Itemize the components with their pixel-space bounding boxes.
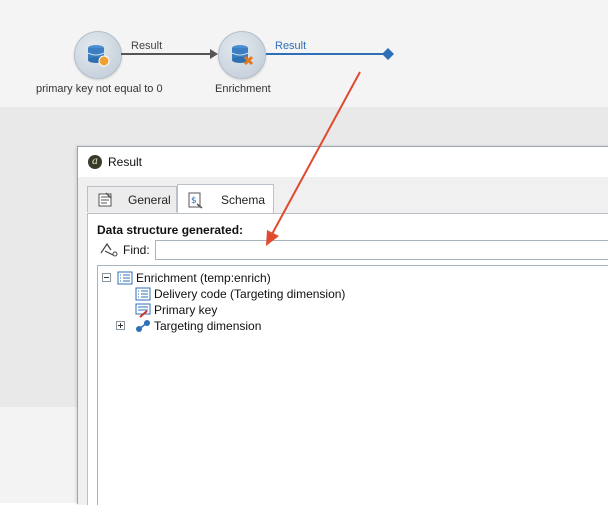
tab-schema[interactable]: $ Schema <box>177 184 274 214</box>
key-field-icon <box>135 303 151 318</box>
node-label-split: primary key not equal to 0 <box>36 83 163 95</box>
find-label: Find: <box>123 243 150 257</box>
find-icon <box>100 242 118 257</box>
result-dialog: a Result General $ Schema Data structure… <box>77 146 608 505</box>
schema-panel: Data structure generated: Find: Enrichme… <box>87 213 608 505</box>
list-node-icon <box>117 271 133 285</box>
tab-general-label: General <box>128 193 171 207</box>
database-icon <box>87 45 110 67</box>
expand-icon[interactable] <box>116 321 125 330</box>
workflow-node-split[interactable] <box>74 31 122 79</box>
list-node-icon <box>135 287 151 301</box>
workflow-node-enrichment[interactable] <box>218 31 266 79</box>
tab-general[interactable]: General <box>87 186 177 212</box>
app-logo-icon: a <box>88 155 102 169</box>
tab-schema-label: Schema <box>221 193 266 207</box>
svg-text:$: $ <box>191 196 197 206</box>
general-tab-icon <box>98 192 112 207</box>
dialog-titlebar[interactable]: a Result <box>78 147 608 177</box>
enrichment-database-icon <box>231 45 254 66</box>
find-input[interactable] <box>155 240 608 260</box>
transition-label-result[interactable]: Result <box>131 40 162 52</box>
tree-label: Primary key <box>154 303 218 317</box>
tree-label: Enrichment (temp:enrich) <box>136 271 271 285</box>
tree-label: Targeting dimension <box>154 319 262 333</box>
schema-tab-icon: $ <box>188 192 203 209</box>
tree-label: Delivery code (Targeting dimension) <box>154 287 346 301</box>
link-node-icon <box>136 320 150 332</box>
schema-tree[interactable]: Enrichment (temp:enrich) Delivery code (… <box>97 265 608 505</box>
node-label-enrichment: Enrichment <box>215 83 271 95</box>
transition-label-result-selected[interactable]: Result <box>275 40 306 52</box>
section-title: Data structure generated: <box>97 223 244 237</box>
collapse-icon[interactable] <box>102 273 111 282</box>
dialog-title: Result <box>108 155 143 169</box>
